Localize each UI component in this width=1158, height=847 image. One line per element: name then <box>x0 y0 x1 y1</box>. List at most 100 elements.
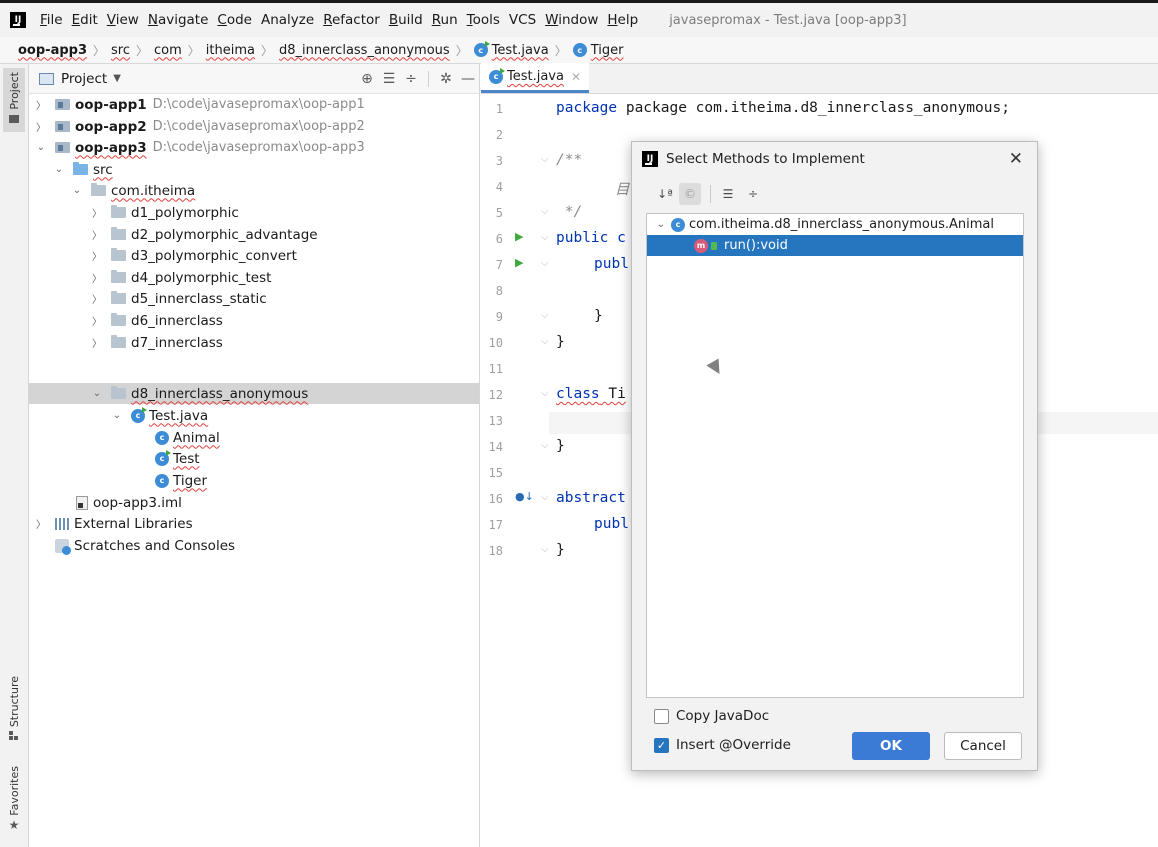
chevron-down-icon[interactable]: ⌄ <box>53 164 65 175</box>
tree-item-package[interactable]: 〉 d3_polymorphic_convert <box>29 245 479 266</box>
fold-marker-icon[interactable]: ⌵ <box>541 336 549 347</box>
cancel-button[interactable]: Cancel <box>944 732 1022 760</box>
chevron-right-icon[interactable]: 〉 <box>91 291 103 306</box>
tab-test-java[interactable]: c Test.java ✕ <box>481 63 590 93</box>
menu-item[interactable]: File <box>40 12 63 28</box>
breadcrumb-src[interactable]: src <box>111 43 130 58</box>
breadcrumb-file[interactable]: c Test.java <box>473 41 549 58</box>
insert-override-option[interactable]: ✓ Insert @Override <box>654 737 791 753</box>
chevron-right-icon[interactable]: 〉 <box>35 516 47 531</box>
expand-all-icon[interactable]: ☰ <box>378 71 400 87</box>
breadcrumb-com[interactable]: com <box>154 43 182 58</box>
expand-all-icon[interactable]: ☰ <box>717 183 739 205</box>
chevron-right-icon[interactable]: 〉 <box>91 205 103 220</box>
chevron-down-icon[interactable]: ⌄ <box>91 388 103 399</box>
tree-item-d8-innerclass-anonymous[interactable]: ⌄ d8_innerclass_anonymous <box>29 383 479 404</box>
tree-item-package[interactable]: 〉 d5_innerclass_static <box>29 288 479 309</box>
tree-item-iml[interactable]: oop-app3.iml <box>29 492 479 513</box>
sort-alphabetically-icon[interactable]: ↓ª <box>654 183 676 205</box>
insert-override-checkbox[interactable]: ✓ <box>654 737 669 753</box>
menu-label: un <box>440 12 458 28</box>
menu-item[interactable]: Refactor <box>323 12 380 28</box>
tree-item-external-libraries[interactable]: 〉 External Libraries <box>29 513 479 534</box>
fold-marker-icon[interactable]: ⌵ <box>541 232 549 243</box>
fold-marker-icon[interactable]: ⌵ <box>541 544 549 555</box>
menu-item[interactable]: Tools <box>467 12 500 28</box>
fold-marker-icon[interactable]: ⌵ <box>541 206 549 217</box>
tree-item-package[interactable]: 〉 d6_innerclass <box>29 310 479 331</box>
fold-marker-icon[interactable]: ⌵ <box>541 154 549 165</box>
menu-item[interactable]: Help <box>607 12 638 28</box>
copy-javadoc-checkbox[interactable] <box>654 708 669 724</box>
project-view-selector[interactable]: Project <box>61 71 107 87</box>
menu-item[interactable]: Run <box>432 12 458 28</box>
chevron-right-icon[interactable]: 〉 <box>91 313 103 328</box>
tree-item-test[interactable]: c Test <box>29 448 479 469</box>
breadcrumb-package[interactable]: d8_innerclass_anonymous <box>279 43 450 58</box>
tree-item-label: oop-app3.iml <box>93 494 182 511</box>
tree-item-test-java[interactable]: ⌄ c Test.java <box>29 405 479 426</box>
project-tool-tab[interactable]: Project <box>3 68 25 132</box>
structure-tool-tab[interactable]: Structure <box>3 676 25 750</box>
fold-marker-icon[interactable]: ⌵ <box>541 388 549 399</box>
chevron-right-icon[interactable]: 〉 <box>91 270 103 285</box>
scratches-icon <box>55 538 71 555</box>
tree-item-oop-app3[interactable]: ⌄ oop-app3 D:\code\javasepromax\oop-app3 <box>29 137 479 158</box>
chevron-right-icon[interactable]: 〉 <box>91 248 103 263</box>
tree-item-package[interactable]: 〉 d7_innerclass <box>29 332 479 353</box>
run-gutter-icon[interactable]: ▶ <box>515 256 523 269</box>
run-gutter-icon[interactable]: ▶ <box>515 230 523 243</box>
show-classes-icon[interactable]: © <box>679 183 701 205</box>
keyword: public <box>556 230 609 246</box>
tree-item-package[interactable]: 〉 d4_polymorphic_test <box>29 267 479 288</box>
close-icon[interactable]: ✕ <box>1009 149 1023 169</box>
menu-item[interactable]: Analyze <box>261 12 314 28</box>
menu-item[interactable]: Navigate <box>148 12 209 28</box>
tree-item-package[interactable]: 〉 d1_polymorphic <box>29 202 479 223</box>
tree-item-animal[interactable]: c Animal <box>29 427 479 448</box>
tree-item-class-node[interactable]: ⌄ c com.itheima.d8_innerclass_anonymous.… <box>647 214 1023 235</box>
chevron-down-icon[interactable]: ⌄ <box>111 410 123 421</box>
tree-item-oop-app2[interactable]: 〉 oop-app2 D:\code\javasepromax\oop-app2 <box>29 116 479 137</box>
chevron-right-icon[interactable]: 〉 <box>91 227 103 242</box>
menu-item[interactable]: Code <box>217 12 252 28</box>
copy-javadoc-label: Copy JavaDoc <box>676 708 770 724</box>
fold-marker-icon[interactable]: ⌵ <box>541 258 549 269</box>
breadcrumb-class[interactable]: c Tiger <box>572 43 623 58</box>
breadcrumb-itheima[interactable]: itheima <box>206 43 255 58</box>
chevron-right-icon[interactable]: 〉 <box>35 97 47 112</box>
hide-icon[interactable]: — <box>457 71 479 87</box>
implemented-gutter-icon[interactable]: ●↓ <box>515 490 534 503</box>
chevron-down-icon[interactable]: ▼ <box>113 73 121 84</box>
tree-item-oop-app1[interactable]: 〉 oop-app1 D:\code\javasepromax\oop-app1 <box>29 94 479 115</box>
chevron-down-icon[interactable]: ⌄ <box>35 142 47 153</box>
tree-item-method-run[interactable]: m run():void <box>647 235 1023 256</box>
tree-item-com-itheima[interactable]: ⌄ com.itheima <box>29 180 479 201</box>
breadcrumb-module[interactable]: oop-app3 <box>18 43 87 58</box>
tree-item-scratches[interactable]: Scratches and Consoles <box>29 535 479 556</box>
collapse-all-icon[interactable]: ÷ <box>400 71 422 87</box>
chevron-down-icon[interactable]: ⌄ <box>71 185 83 196</box>
fold-marker-icon[interactable]: ⌵ <box>541 310 549 321</box>
gear-icon[interactable]: ✲ <box>435 71 457 87</box>
locate-icon[interactable]: ⊕ <box>356 71 378 87</box>
ok-button[interactable]: OK <box>852 732 930 760</box>
menu-item[interactable]: Edit <box>72 12 98 28</box>
menu-item[interactable]: View <box>107 12 139 28</box>
collapse-all-icon[interactable]: ÷ <box>742 183 764 205</box>
chevron-right-icon[interactable]: 〉 <box>35 119 47 134</box>
close-icon[interactable]: ✕ <box>571 70 581 84</box>
copy-javadoc-option[interactable]: Copy JavaDoc <box>654 708 769 724</box>
tree-item-package[interactable]: 〉 d2_polymorphic_advantage <box>29 224 479 245</box>
menu-item[interactable]: Window <box>545 12 598 28</box>
breadcrumb-separator: 〉 <box>136 43 149 58</box>
tree-item-src[interactable]: ⌄ src <box>29 159 479 180</box>
menu-item[interactable]: VCS <box>509 12 536 28</box>
chevron-down-icon[interactable]: ⌄ <box>655 219 667 230</box>
favorites-tool-tab[interactable]: Favorites ★ <box>3 766 25 842</box>
tree-item-tiger[interactable]: c Tiger <box>29 470 479 491</box>
fold-marker-icon[interactable]: ⌵ <box>541 492 549 503</box>
fold-marker-icon[interactable]: ⌵ <box>541 440 549 451</box>
menu-item[interactable]: Build <box>389 12 423 28</box>
chevron-right-icon[interactable]: 〉 <box>91 335 103 350</box>
